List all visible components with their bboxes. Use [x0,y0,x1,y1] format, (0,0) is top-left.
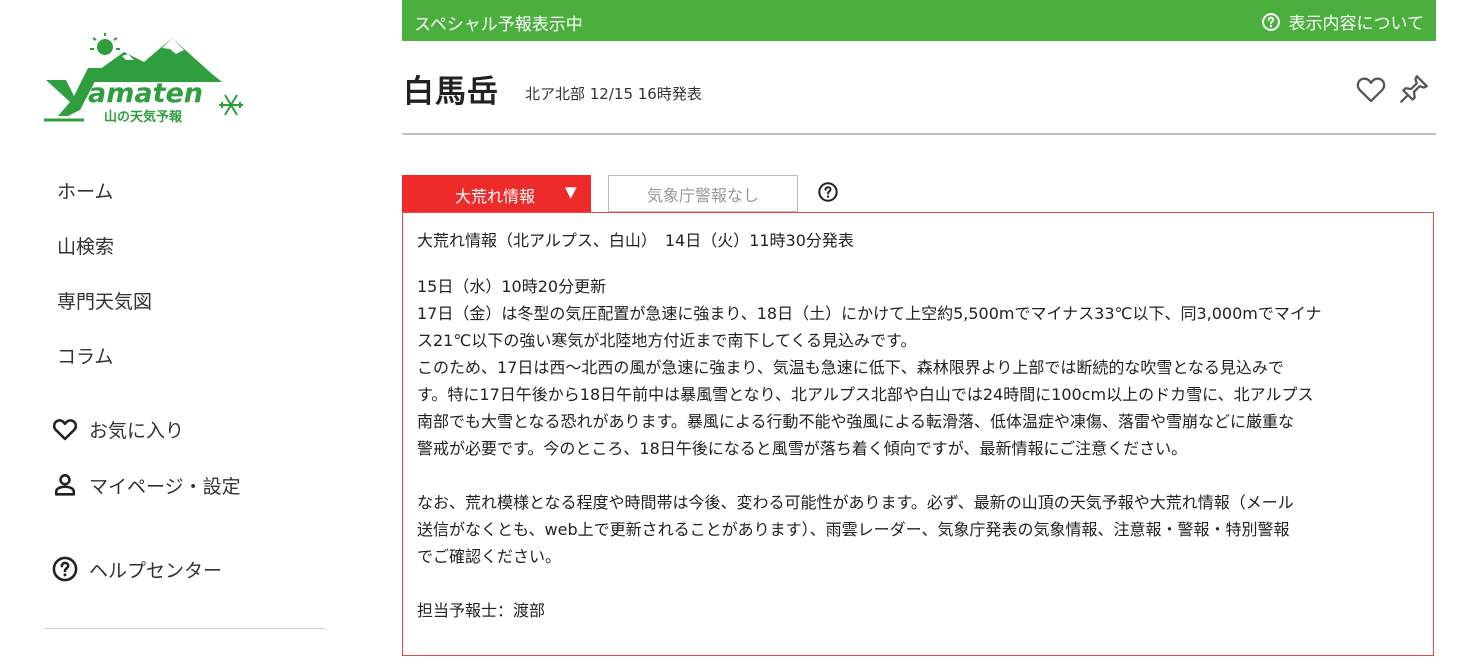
page-title: 白馬岳 [403,74,499,110]
forecaster-name: 担当予報士：渡部 [417,601,546,620]
sidebar-item-mountain-search[interactable]: 山検索 [57,232,114,259]
about-display-label: 表示内容について [1288,14,1425,34]
about-display-link[interactable]: 表示内容について [1261,9,1425,34]
caret-down-icon: ▼ [565,183,577,201]
sidebar-item-label: お気に入り [89,419,185,442]
storm-info-tab[interactable]: 大荒れ情報 ▼ [402,175,591,212]
jma-warning-tab-label: 気象庁警報なし [646,185,759,205]
help-circle-icon [51,555,79,583]
sidebar-item-label: 専門天気図 [57,291,153,313]
sidebar-item-help-center[interactable]: ヘルプセンター [52,555,223,583]
warning-text-line: なお、荒れ模様となる程度や時間帯は今後、変わる可能性があります。必ず、最新の山頂… [417,493,1294,512]
warning-text-line: 警戒が必要です。今のところ、18日午後になると風雪が落ち着く傾向ですが、最新情報… [417,439,1188,458]
sidebar-item-label: 山検索 [57,236,115,258]
person-icon [51,471,79,499]
sidebar-divider [45,628,325,629]
heart-icon [51,415,79,443]
special-forecast-banner: スペシャル予報表示中 表示内容について [402,0,1436,41]
warning-text-line: 17日（金）は冬型の気圧配置が急速に強まり、18日（土）にかけて上空約5,500… [417,304,1322,323]
yamaten-logo[interactable]: amaten 山の天気予報 [44,30,249,125]
help-circle-icon [818,182,838,202]
pin-icon [1400,75,1428,103]
sidebar-item-label: コラム [57,346,114,368]
sidebar-item-home[interactable]: ホーム [57,177,113,204]
sidebar-item-mypage[interactable]: マイページ・設定 [54,471,241,499]
svg-text:山の天気予報: 山の天気予報 [104,109,183,125]
heart-icon [1356,77,1386,103]
warning-updated: 15日（水）10時20分更新 [417,277,607,296]
pin-button[interactable] [1397,72,1431,106]
banner-text: スペシャル予報表示中 [414,15,583,35]
storm-info-panel: 大荒れ情報（北アルプス、白山） 14日（火）11時30分発表 15日（水）10時… [402,212,1434,656]
sidebar-item-label: マイページ・設定 [89,475,241,498]
help-circle-icon [1261,12,1280,31]
svg-text:amaten: amaten [88,78,203,109]
warning-text-line: す。特に17日午後から18日午前中は暴風雪となり、北アルプス北部や白山では24時… [417,385,1314,404]
sidebar-item-weather-charts[interactable]: 専門天気図 [57,287,152,314]
warning-text-line: 南部でも大雪となる恐れがあります。暴風による行動不能や強風による転滑落、低体温症… [417,412,1294,431]
sidebar-item-label: ヘルプセンター [89,559,223,582]
jma-warning-tab[interactable]: 気象庁警報なし [608,175,798,212]
sidebar-item-column[interactable]: コラム [57,342,113,369]
warning-text-line: ス21℃以下の強い寒気が北陸地方付近まで南下してくる見込みです。 [417,331,917,350]
warning-help-button[interactable] [817,181,839,203]
warning-text-line: でご確認ください。 [417,547,562,566]
warning-text-line: このため、17日は西～北西の風が急速に強まり、気温も急速に低下、森林限界より上部… [417,358,1284,377]
sidebar-item-favorites[interactable]: お気に入り [52,415,185,443]
sidebar-item-label: ホーム [57,181,114,203]
storm-info-tab-label: 大荒れ情報 [455,187,536,206]
title-divider [402,133,1436,135]
warning-heading: 大荒れ情報（北アルプス、白山） 14日（火）11時30分発表 [417,231,854,250]
warning-text-line: 送信がなくとも、web上で更新されることがあります）、雨雲レーダー、気象庁発表の… [417,520,1290,539]
forecast-subtitle: 北ア北部 12/15 16時発表 [525,85,702,103]
favorite-button[interactable] [1354,72,1388,106]
